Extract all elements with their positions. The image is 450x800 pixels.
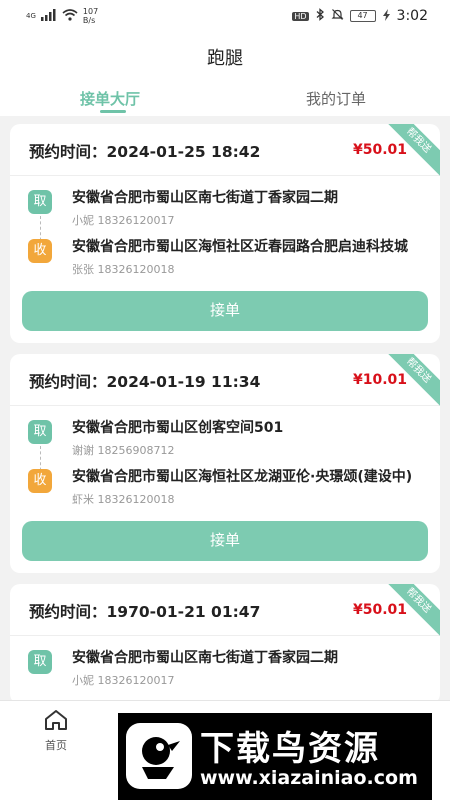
order-addresses: 取 安徽省合肥市蜀山区创客空间501 谢谢 18256908712 收 安徽省合… bbox=[10, 406, 440, 507]
order-card-header: 预约时间：2024-01-19 11:34 ¥10.01 帮我送 bbox=[10, 354, 440, 409]
accept-order-button[interactable]: 接单 bbox=[22, 291, 428, 331]
pickup-address: 安徽省合肥市蜀山区南七街道丁香家园二期 bbox=[72, 190, 338, 206]
status-right: HD 47 3:02 bbox=[292, 8, 428, 24]
order-price: ¥50.01 bbox=[352, 142, 407, 158]
order-list[interactable]: 预约时间：2024-01-25 18:42 ¥50.01 帮我送 取 安徽省合肥… bbox=[10, 124, 440, 715]
network-speed: 107 B/s bbox=[82, 7, 99, 25]
order-time: 预约时间：2024-01-25 18:42 bbox=[29, 143, 261, 161]
pickup-badge: 取 bbox=[28, 190, 52, 214]
order-card: 预约时间：2024-01-25 18:42 ¥50.01 帮我送 取 安徽省合肥… bbox=[10, 124, 440, 343]
status-bar: 4G 107 B/s HD 47 3:02 bbox=[0, 0, 450, 34]
nav-home[interactable]: 首页 bbox=[36, 709, 76, 753]
mute-icon bbox=[331, 8, 344, 24]
order-time: 预约时间：2024-01-19 11:34 bbox=[29, 373, 261, 391]
order-price: ¥50.01 bbox=[352, 602, 407, 618]
charging-icon bbox=[382, 8, 391, 24]
bluetooth-icon bbox=[315, 8, 325, 24]
order-card: 预约时间：1970-01-21 01:47 ¥50.01 帮我送 取 安徽省合肥… bbox=[10, 584, 440, 704]
pickup-contact: 谢谢 18256908712 bbox=[72, 444, 175, 457]
order-time: 预约时间：1970-01-21 01:47 bbox=[29, 603, 261, 621]
pickup-badge: 取 bbox=[28, 650, 52, 674]
order-price: ¥10.01 bbox=[352, 372, 407, 388]
order-card-header: 预约时间：2024-01-25 18:42 ¥50.01 帮我送 bbox=[10, 124, 440, 179]
pickup-row: 取 安徽省合肥市蜀山区南七街道丁香家园二期 小妮 18326120017 bbox=[28, 649, 426, 688]
battery-icon: 47 bbox=[349, 10, 376, 22]
page-title: 跑腿 bbox=[207, 48, 243, 69]
watermark-title: 下载鸟资源 bbox=[200, 729, 380, 769]
dropoff-badge: 收 bbox=[28, 239, 52, 263]
order-card-header: 预约时间：1970-01-21 01:47 ¥50.01 帮我送 bbox=[10, 584, 440, 639]
dropoff-contact: 张张 18326120018 bbox=[72, 263, 175, 276]
pickup-row: 取 安徽省合肥市蜀山区南七街道丁香家园二期 小妮 18326120017 bbox=[28, 189, 426, 246]
nav-home-label: 首页 bbox=[45, 739, 67, 752]
wifi-icon bbox=[62, 8, 78, 24]
clock: 3:02 bbox=[396, 8, 428, 24]
pickup-contact: 小妮 18326120017 bbox=[72, 674, 175, 687]
order-addresses: 取 安徽省合肥市蜀山区南七街道丁香家园二期 小妮 18326120017 收 安… bbox=[10, 176, 440, 277]
dropoff-badge: 收 bbox=[28, 469, 52, 493]
pickup-address: 安徽省合肥市蜀山区南七街道丁香家园二期 bbox=[72, 650, 338, 666]
status-left: 4G 107 B/s bbox=[26, 7, 98, 25]
accept-order-button[interactable]: 接单 bbox=[22, 521, 428, 561]
dropoff-contact: 虾米 18326120018 bbox=[72, 493, 175, 506]
network-label: 4G bbox=[26, 12, 36, 20]
watermark-banner: 下载鸟资源 www.xiazainiao.com bbox=[118, 713, 432, 800]
pickup-row: 取 安徽省合肥市蜀山区创客空间501 谢谢 18256908712 bbox=[28, 419, 426, 476]
tab-my-orders[interactable]: 我的订单 bbox=[306, 88, 366, 109]
signal-icon bbox=[40, 8, 57, 24]
pickup-address: 安徽省合肥市蜀山区创客空间501 bbox=[72, 420, 284, 436]
dropoff-address: 安徽省合肥市蜀山区海恒社区近春园路合肥启迪科技城 bbox=[72, 239, 408, 255]
tab-indicator bbox=[100, 110, 126, 113]
watermark-logo bbox=[126, 723, 192, 789]
hd-badge: HD bbox=[292, 11, 309, 21]
dropoff-row: 收 安徽省合肥市蜀山区海恒社区龙湖亚伦·央璟颂(建设中) 虾米 18326120… bbox=[28, 468, 426, 507]
page-header: 跑腿 接单大厅 我的订单 bbox=[0, 34, 450, 116]
pickup-badge: 取 bbox=[28, 420, 52, 444]
order-addresses: 取 安徽省合肥市蜀山区南七街道丁香家园二期 小妮 18326120017 bbox=[10, 636, 440, 688]
order-card: 预约时间：2024-01-19 11:34 ¥10.01 帮我送 取 安徽省合肥… bbox=[10, 354, 440, 573]
dropoff-address: 安徽省合肥市蜀山区海恒社区龙湖亚伦·央璟颂(建设中) bbox=[72, 469, 413, 485]
dropoff-row: 收 安徽省合肥市蜀山区海恒社区近春园路合肥启迪科技城 张张 1832612001… bbox=[28, 238, 426, 277]
home-icon bbox=[43, 710, 69, 735]
tab-order-hall[interactable]: 接单大厅 bbox=[80, 88, 140, 109]
watermark-url: www.xiazainiao.com bbox=[200, 767, 418, 789]
pickup-contact: 小妮 18326120017 bbox=[72, 214, 175, 227]
